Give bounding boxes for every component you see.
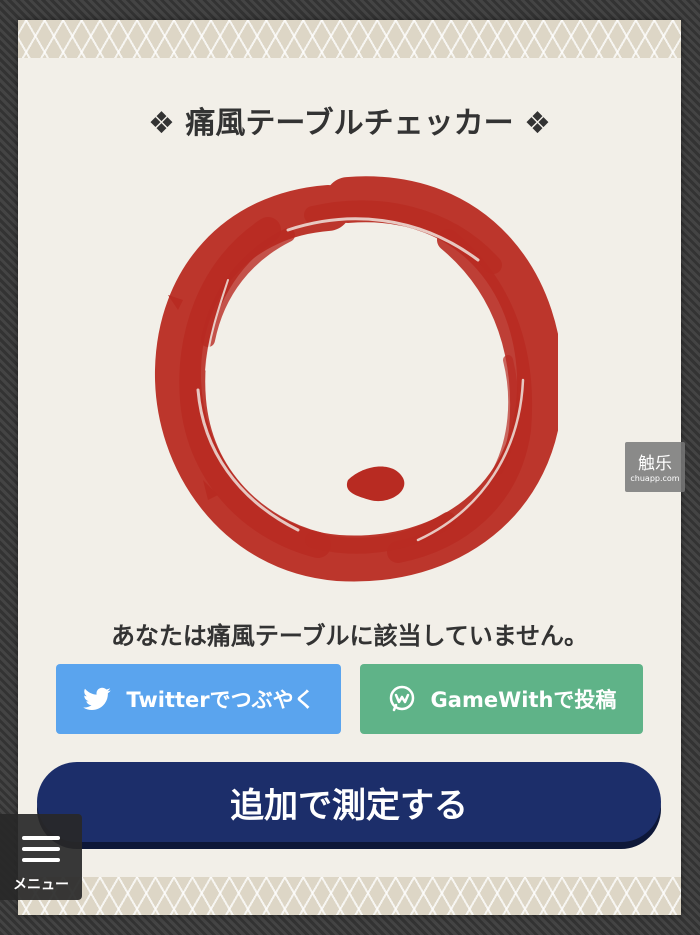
watermark-badge: 触乐 chuapp.com: [625, 442, 685, 492]
twitter-bird-icon: [83, 687, 112, 710]
result-message: あなたは痛風テーブルに該当していません。: [110, 622, 589, 650]
watermark-domain: chuapp.com: [630, 474, 680, 483]
measure-again-button[interactable]: 追加で測定する: [37, 762, 661, 842]
enso-circle-icon: [154, 176, 558, 582]
gamewith-post-label: GameWithで投稿: [430, 688, 617, 712]
hamburger-menu-icon: [22, 836, 60, 862]
gamewith-icon: [389, 685, 414, 712]
twitter-share-button[interactable]: Twitterでつぶやく: [56, 664, 341, 734]
gamewith-post-button[interactable]: GameWithで投稿: [360, 664, 643, 734]
decorative-border-bottom: [18, 877, 681, 915]
result-card: ❖ 痛風テーブルチェッカー ❖ あなたは痛風テーブルに該当していません。 Twi…: [18, 20, 681, 915]
page-title: ❖ 痛風テーブルチェッカー ❖: [148, 106, 551, 141]
twitter-share-label: Twitterでつぶやく: [126, 688, 315, 712]
decorative-border-top: [18, 20, 681, 58]
menu-label: メニュー: [13, 877, 69, 893]
watermark-logo-text: 触乐: [638, 454, 672, 474]
menu-button[interactable]: メニュー: [0, 814, 82, 900]
